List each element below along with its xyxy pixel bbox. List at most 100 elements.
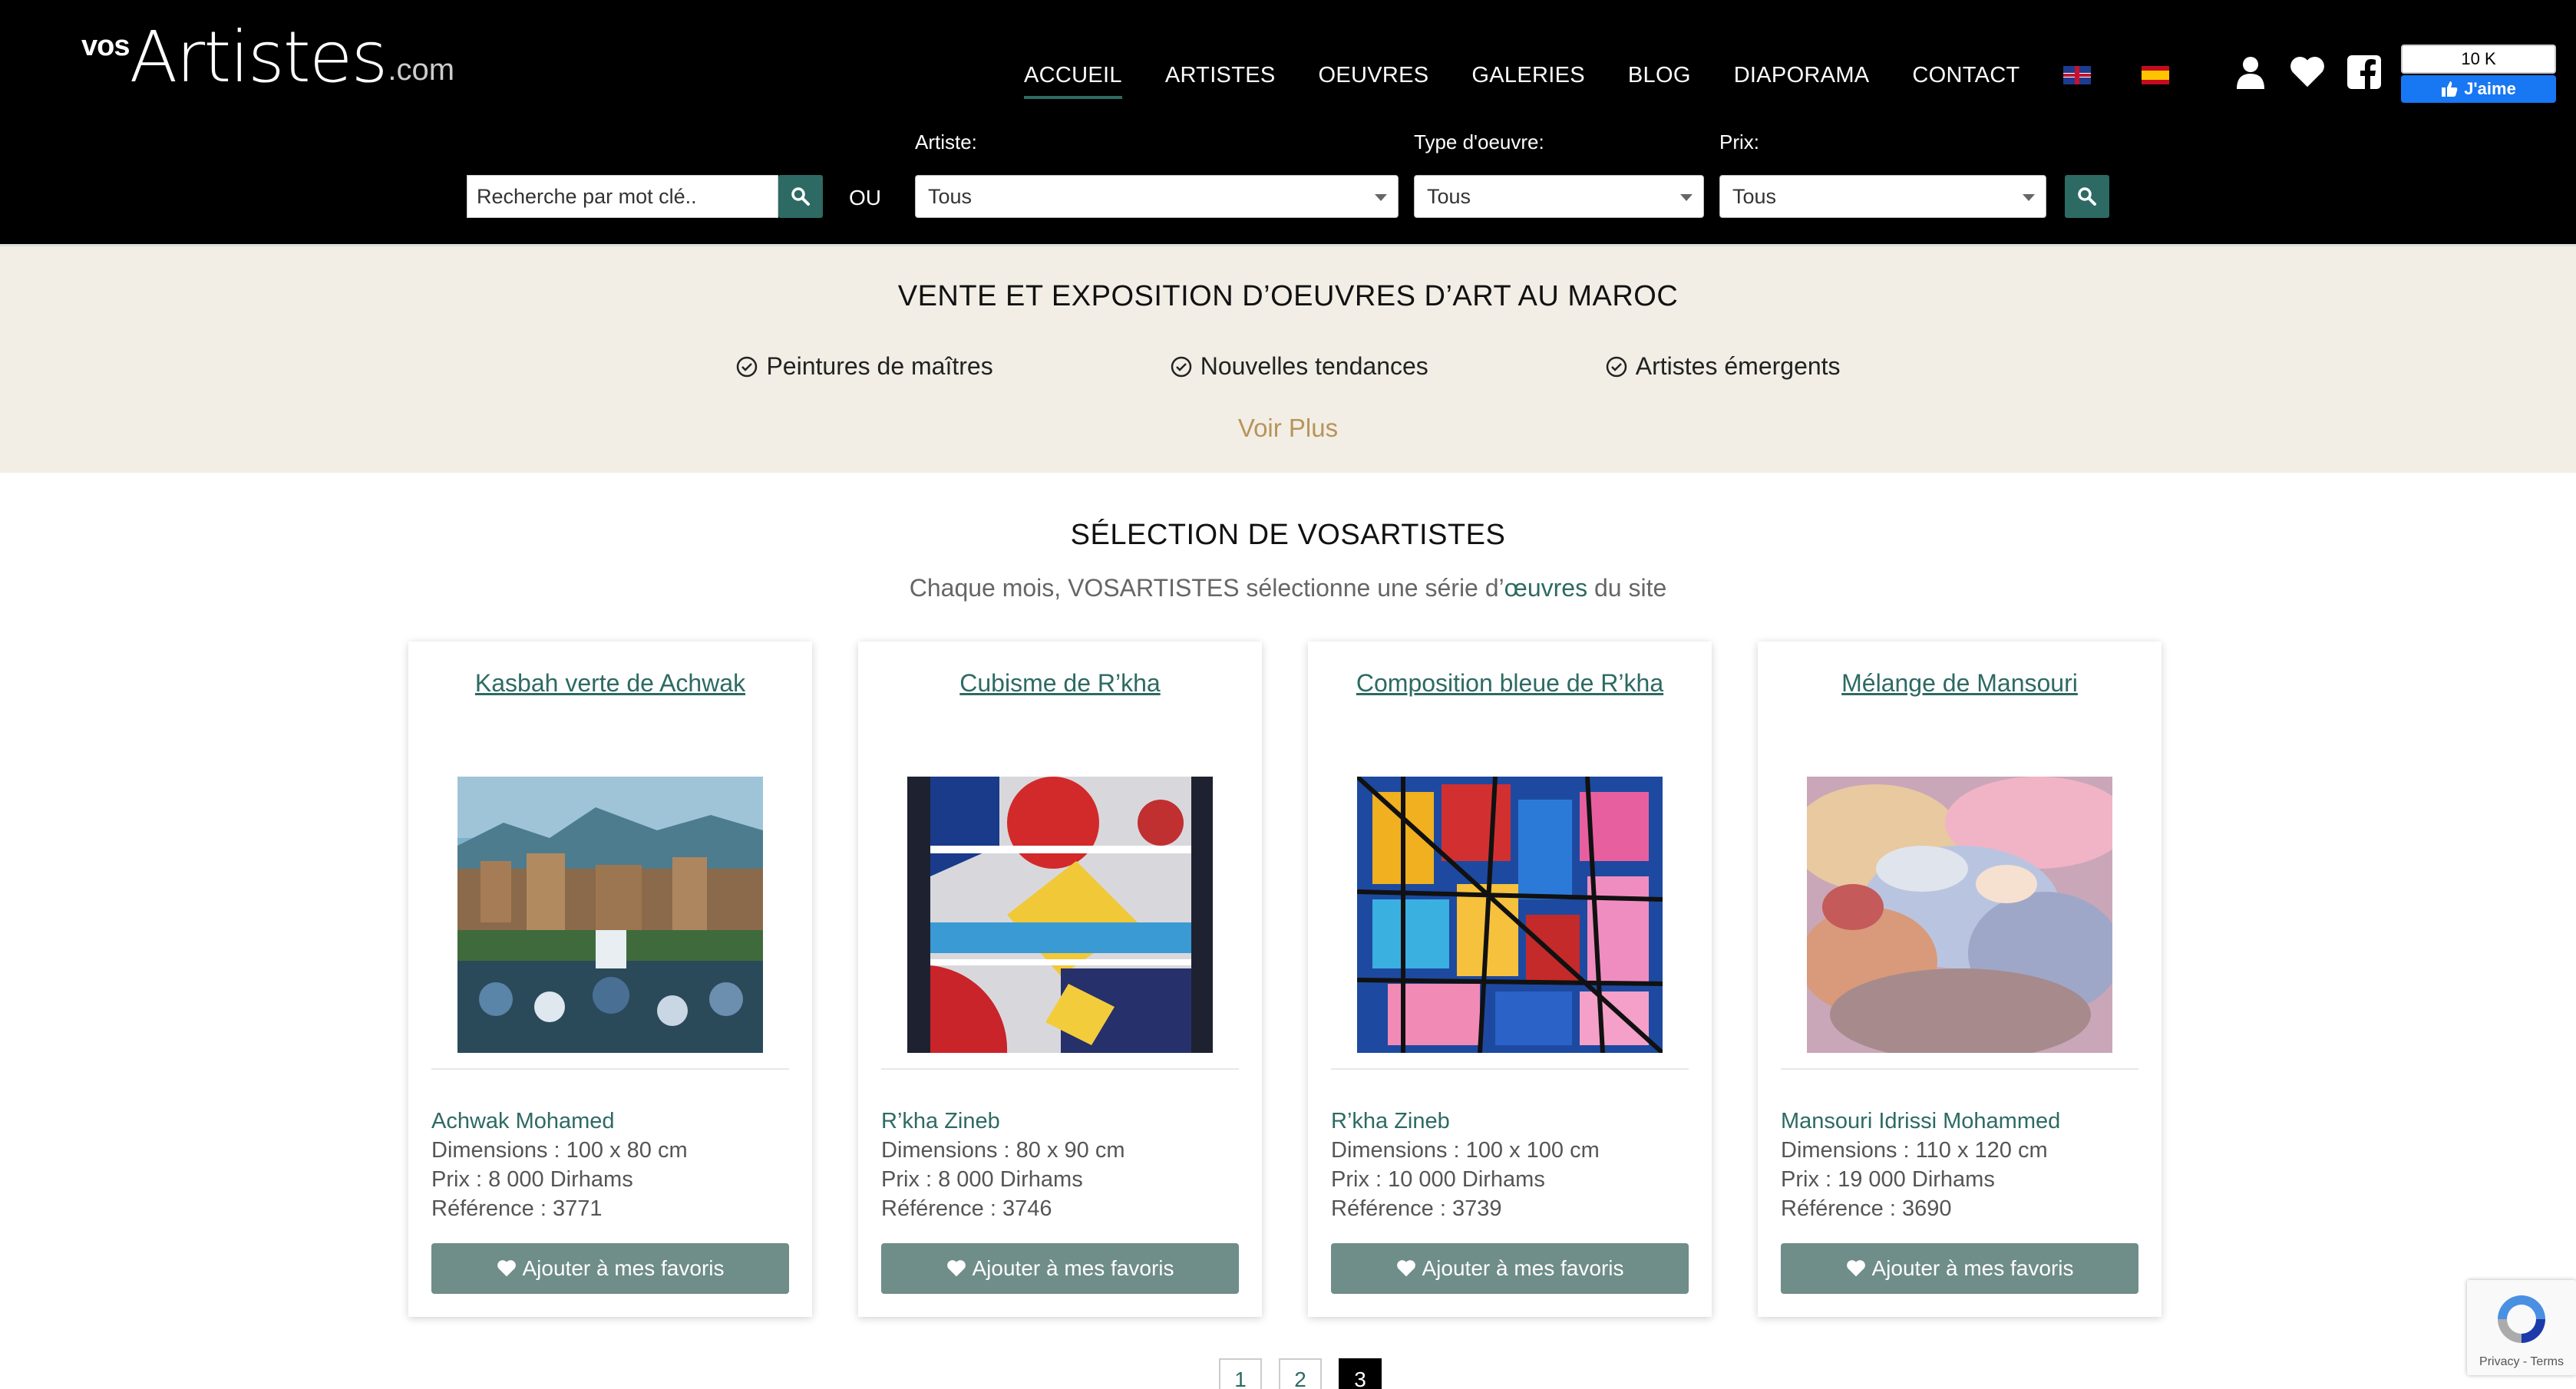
artist-name[interactable]: R’kha Zineb bbox=[1331, 1107, 1600, 1136]
keyword-search-input[interactable]: Recherche par mot clé.. bbox=[467, 175, 778, 218]
price-label: Prix: bbox=[1719, 130, 1759, 153]
site-header: vos Artistes .com ACCUEIL ARTISTES OEUVR… bbox=[0, 0, 2576, 244]
artwork-image[interactable] bbox=[1357, 777, 1663, 1053]
feature-item: Peintures de maîtres bbox=[735, 352, 993, 381]
recaptcha-icon bbox=[2498, 1295, 2545, 1343]
header-icons bbox=[2232, 54, 2403, 91]
english-flag-icon[interactable] bbox=[2062, 66, 2091, 84]
feature-item: Artistes émergents bbox=[1605, 352, 1841, 381]
artist-name[interactable]: R’kha Zineb bbox=[881, 1107, 1125, 1136]
add-to-favorites-button[interactable]: Ajouter à mes favoris bbox=[1331, 1243, 1689, 1294]
recaptcha-terms[interactable]: Privacy - Terms bbox=[2467, 1355, 2576, 1369]
facebook-icon[interactable] bbox=[2346, 54, 2383, 91]
heart-icon bbox=[1846, 1260, 1865, 1277]
spanish-flag-icon[interactable] bbox=[2141, 66, 2169, 84]
nav-contact[interactable]: CONTACT bbox=[1912, 63, 2020, 88]
feature-item: Nouvelles tendances bbox=[1170, 352, 1428, 381]
like-count: 10 K bbox=[2401, 45, 2556, 74]
subtitle-text-end: du site bbox=[1587, 574, 1667, 602]
feature-label: Peintures de maîtres bbox=[766, 352, 993, 380]
page-link-current[interactable]: 3 bbox=[1339, 1358, 1382, 1389]
voir-plus-link[interactable]: Voir Plus bbox=[0, 414, 2576, 443]
artist-select-value: Tous bbox=[928, 185, 973, 208]
artwork-image[interactable] bbox=[907, 777, 1213, 1053]
feature-label: Nouvelles tendances bbox=[1200, 352, 1428, 380]
add-to-favorites-button[interactable]: Ajouter à mes favoris bbox=[1781, 1243, 2138, 1294]
user-icon[interactable] bbox=[2232, 54, 2269, 91]
nav-diaporama[interactable]: DIAPORAMA bbox=[1734, 63, 1870, 88]
artwork-card: Mélange de Mansouri Mansouri Idrissi Moh… bbox=[1758, 642, 2162, 1317]
feature-label: Artistes émergents bbox=[1635, 352, 1841, 380]
artwork-title-link[interactable]: Mélange de Mansouri bbox=[1758, 669, 2162, 698]
nav-galeries[interactable]: GALERIES bbox=[1471, 63, 1584, 88]
chevron-down-icon bbox=[1375, 194, 1387, 201]
artwork-details: Achwak Mohamed Dimensions : 100 x 80 cm … bbox=[431, 1107, 688, 1223]
artist-label: Artiste: bbox=[915, 130, 977, 153]
filter-search-button[interactable] bbox=[2065, 175, 2109, 218]
keyword-search-button[interactable] bbox=[778, 175, 823, 218]
search-bar: Recherche par mot clé.. OU Artiste: Tous… bbox=[0, 130, 2576, 223]
search-icon bbox=[2078, 187, 2096, 206]
artist-name[interactable]: Achwak Mohamed bbox=[431, 1107, 688, 1136]
subtitle-text: Chaque mois, VOSARTISTES sélectionne une… bbox=[909, 574, 1504, 602]
artwork-title-link[interactable]: Composition bleue de R’kha bbox=[1308, 669, 1712, 698]
nav-oeuvres[interactable]: OEUVRES bbox=[1319, 63, 1429, 88]
artwork-price: Prix : 19 000 Dirhams bbox=[1781, 1167, 1995, 1192]
add-to-favorites-button[interactable]: Ajouter à mes favoris bbox=[431, 1243, 789, 1294]
artwork-dimensions: Dimensions : 100 x 80 cm bbox=[431, 1138, 688, 1163]
recaptcha-badge[interactable]: Privacy - Terms bbox=[2467, 1280, 2576, 1375]
favorites-label: Ajouter à mes favoris bbox=[1422, 1256, 1624, 1280]
artwork-title-link[interactable]: Kasbah verte de Achwak bbox=[408, 669, 812, 698]
price-select-value: Tous bbox=[1732, 185, 1777, 208]
banner-title: VENTE ET EXPOSITION D’OEUVRES D’ART AU M… bbox=[897, 280, 1679, 312]
type-label: Type d'oeuvre: bbox=[1414, 130, 1544, 153]
artwork-title-link[interactable]: Cubisme de R’kha bbox=[858, 669, 1262, 698]
chevron-down-icon bbox=[2023, 194, 2035, 201]
page-link-1[interactable]: 1 bbox=[1219, 1358, 1262, 1389]
nav-artistes[interactable]: ARTISTES bbox=[1165, 63, 1276, 88]
page-link-2[interactable]: 2 bbox=[1279, 1358, 1322, 1389]
artwork-card: Cubisme de R’kha R’kha Zineb Dimensions … bbox=[858, 642, 1262, 1317]
artwork-image[interactable] bbox=[1807, 777, 2112, 1053]
artwork-card: Kasbah verte de Achwak Achwak Mohamed Di… bbox=[408, 642, 812, 1317]
chevron-down-icon bbox=[1680, 194, 1693, 201]
artwork-image[interactable] bbox=[457, 777, 763, 1053]
intro-banner: VENTE ET EXPOSITION D’OEUVRES D’ART AU M… bbox=[0, 244, 2576, 473]
artwork-price: Prix : 10 000 Dirhams bbox=[1331, 1167, 1545, 1192]
check-circle-icon bbox=[737, 356, 758, 377]
site-logo[interactable]: vos Artistes .com bbox=[81, 16, 455, 98]
check-circle-icon bbox=[1606, 356, 1627, 377]
or-separator: OU bbox=[849, 186, 881, 210]
search-icon bbox=[791, 187, 810, 206]
heart-icon[interactable] bbox=[2289, 54, 2326, 91]
like-label: J'aime bbox=[2464, 79, 2516, 98]
nav-accueil[interactable]: ACCUEIL bbox=[1024, 63, 1122, 99]
main-nav: ACCUEIL ARTISTES OEUVRES GALERIES BLOG D… bbox=[1024, 60, 2220, 99]
like-button[interactable]: J'aime bbox=[2401, 75, 2556, 103]
artwork-price: Prix : 8 000 Dirhams bbox=[431, 1167, 633, 1192]
facebook-like-widget[interactable]: 10 K J'aime bbox=[2401, 45, 2556, 106]
card-divider bbox=[1781, 1068, 2138, 1070]
type-select-value: Tous bbox=[1427, 185, 1471, 208]
card-divider bbox=[431, 1068, 789, 1070]
oeuvres-link[interactable]: œuvres bbox=[1504, 574, 1587, 602]
type-select[interactable]: Tous bbox=[1414, 175, 1704, 218]
thumbs-up-icon bbox=[2442, 81, 2458, 97]
nav-blog[interactable]: BLOG bbox=[1628, 63, 1691, 88]
add-to-favorites-button[interactable]: Ajouter à mes favoris bbox=[881, 1243, 1239, 1294]
feature-list: Peintures de maîtres Nouvelles tendances… bbox=[0, 352, 2576, 381]
logo-com: .com bbox=[388, 53, 455, 87]
heart-icon bbox=[946, 1260, 966, 1277]
artwork-reference: Référence : 3771 bbox=[431, 1196, 603, 1221]
check-circle-icon bbox=[1171, 356, 1191, 377]
logo-artistes: Artistes bbox=[129, 16, 388, 98]
price-select[interactable]: Tous bbox=[1719, 175, 2046, 218]
artwork-price: Prix : 8 000 Dirhams bbox=[881, 1167, 1083, 1192]
artwork-details: R’kha Zineb Dimensions : 80 x 90 cm Prix… bbox=[881, 1107, 1125, 1223]
artwork-card: Composition bleue de R’kha R’kha Zineb D… bbox=[1308, 642, 1712, 1317]
artwork-reference: Référence : 3690 bbox=[1781, 1196, 1952, 1221]
artist-name[interactable]: Mansouri Idrissi Mohammed bbox=[1781, 1107, 2060, 1136]
artwork-cards: Kasbah verte de Achwak Achwak Mohamed Di… bbox=[408, 642, 2162, 1317]
artist-select[interactable]: Tous bbox=[915, 175, 1399, 218]
selection-title: SÉLECTION DE VOSARTISTES bbox=[1070, 519, 1506, 551]
